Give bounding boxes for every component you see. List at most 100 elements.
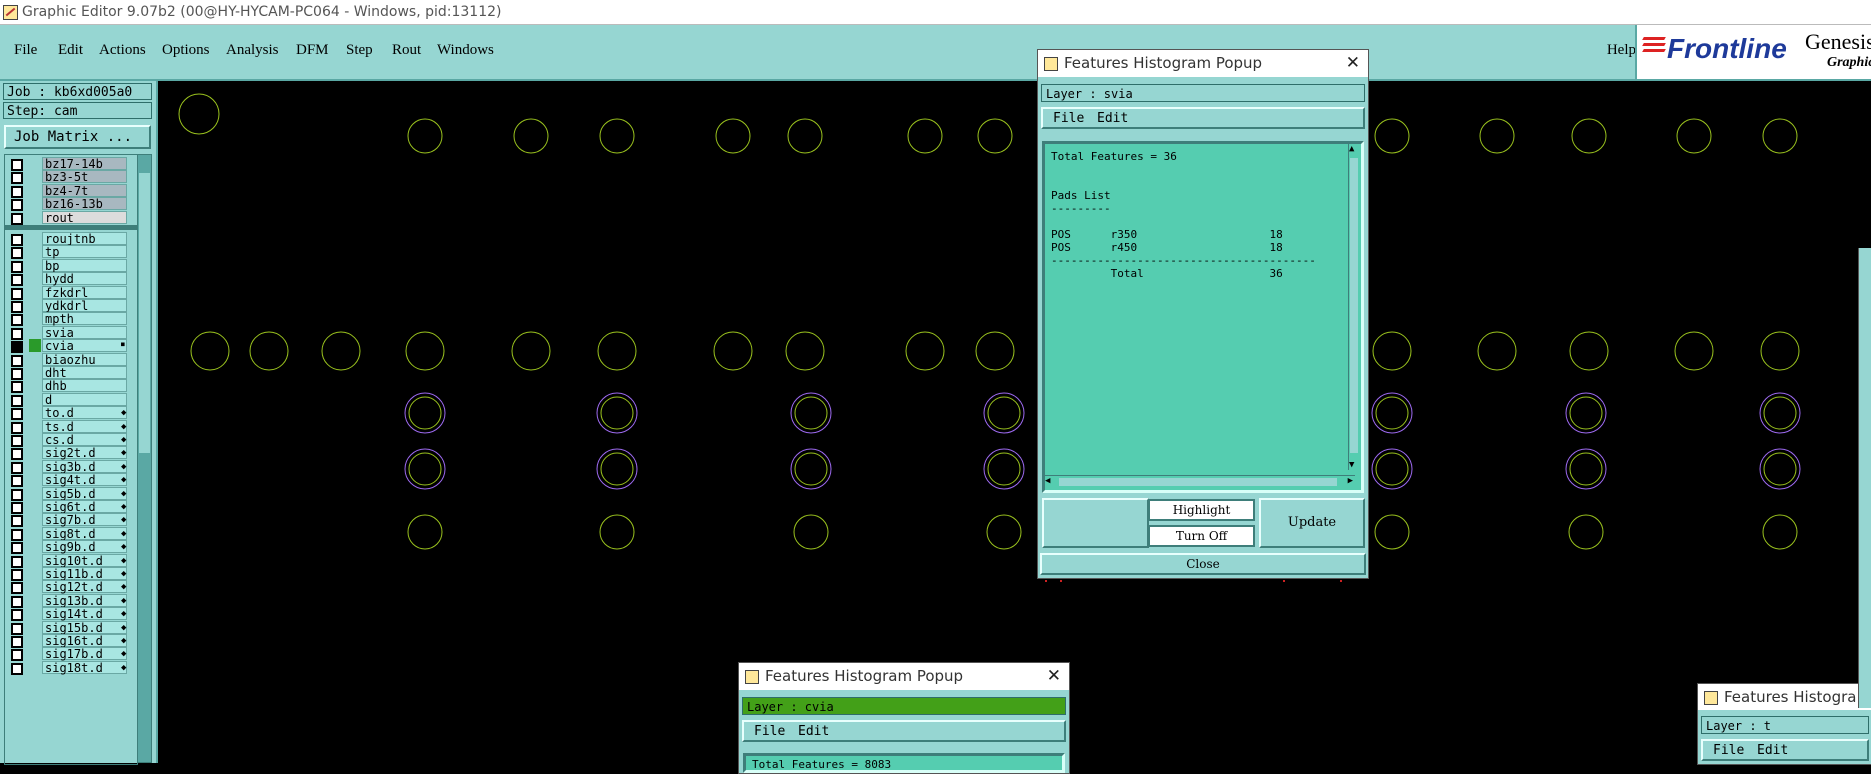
layer-name[interactable]: to.d [42, 406, 127, 420]
layer-name[interactable]: dht [42, 366, 127, 380]
pad-feature[interactable] [1477, 331, 1517, 371]
popup-menu-edit[interactable]: Edit [1097, 111, 1128, 126]
layer-name[interactable]: biaozhu [42, 352, 127, 366]
layer-row-sig5b-d[interactable]: sig5b.d ◆ [5, 486, 137, 501]
pad-feature[interactable] [178, 93, 220, 135]
layer-checkbox[interactable] [11, 301, 23, 313]
layer-row-biaozhu[interactable]: biaozhu [5, 352, 137, 367]
layer-checkbox[interactable] [11, 555, 23, 568]
layer-checkbox[interactable] [11, 287, 23, 300]
pad-feature[interactable] [905, 331, 945, 371]
layer-row-ts-d[interactable]: ts.d ◆ [5, 419, 137, 434]
via-inner-pad[interactable] [600, 452, 634, 486]
horizontal-scrollbar[interactable]: ◀ ▶ [1045, 475, 1355, 490]
layer-name[interactable]: sig10t.d [42, 553, 127, 567]
menu-rout[interactable]: Rout [392, 42, 421, 59]
layer-name[interactable]: sig6t.d [42, 500, 127, 514]
layer-checkbox[interactable] [11, 622, 23, 635]
layer-row-cvia[interactable]: cvia ■ [5, 339, 137, 354]
layer-row-sig16t-d[interactable]: sig16t.d ◆ [5, 634, 137, 648]
layer-row-ydkdrl[interactable]: ydkdrl [5, 299, 137, 313]
layer-name[interactable]: sig11b.d [42, 567, 127, 581]
layer-checkbox[interactable] [11, 421, 23, 434]
layer-row-sig2t-d[interactable]: sig2t.d ◆ [5, 446, 137, 461]
close-icon[interactable]: ✕ [1346, 50, 1360, 77]
layer-row-cs-d[interactable]: cs.d ◆ [5, 433, 137, 447]
layer-name[interactable]: bz4-7t [42, 183, 127, 197]
pad-feature[interactable] [599, 514, 635, 550]
layer-checkbox[interactable] [11, 234, 23, 246]
scrollbar-thumb[interactable] [139, 173, 150, 453]
layer-row-tp[interactable]: tp [5, 245, 137, 260]
pad-feature[interactable] [1676, 118, 1712, 154]
layer-checkbox[interactable] [11, 662, 23, 675]
layer-checkbox[interactable] [11, 515, 23, 528]
pad-feature[interactable] [321, 331, 361, 371]
layer-name[interactable]: sig3b.d [42, 459, 127, 473]
pad-feature[interactable] [1374, 514, 1410, 550]
layer-name[interactable]: bp [42, 258, 127, 272]
layer-name[interactable]: roujtnb [42, 232, 127, 246]
layer-name[interactable]: fzkdrl [42, 285, 127, 299]
pad-feature[interactable] [511, 331, 551, 371]
scrollbar-thumb[interactable] [1059, 478, 1337, 486]
pad-feature[interactable] [1569, 331, 1609, 371]
layer-name[interactable]: d [42, 392, 127, 406]
menu-step[interactable]: Step [346, 42, 373, 59]
menu-file[interactable]: File [14, 42, 37, 59]
layer-row-mpth[interactable]: mpth [5, 312, 137, 327]
layer-checkbox[interactable] [11, 341, 23, 354]
layer-row-dhb[interactable]: dhb [5, 379, 137, 394]
via-inner-pad[interactable] [408, 452, 442, 486]
pad-feature[interactable] [407, 118, 443, 154]
via-inner-pad[interactable] [794, 396, 828, 430]
layer-checkbox[interactable] [11, 185, 23, 198]
layer-name[interactable]: sig12t.d [42, 580, 127, 594]
scroll-up-icon[interactable]: ▲ [1349, 144, 1354, 154]
layer-row-svia[interactable]: svia [5, 325, 137, 340]
pad-feature[interactable] [1479, 118, 1515, 154]
via-inner-pad[interactable] [1763, 396, 1797, 430]
layer-row-bz16-13b[interactable]: bz16-13b [5, 197, 137, 212]
layer-row-bz3-5t[interactable]: bz3-5t [5, 170, 137, 185]
menu-edit[interactable]: Edit [58, 42, 83, 59]
job-matrix-button[interactable]: Job Matrix ... [4, 125, 151, 149]
layer-checkbox[interactable] [11, 582, 23, 595]
pad-feature[interactable] [599, 118, 635, 154]
layer-row-sig17b-d[interactable]: sig17b.d ◆ [5, 647, 137, 662]
via-inner-pad[interactable] [1569, 396, 1603, 430]
via-outer-ring[interactable] [1371, 392, 1413, 434]
via-outer-ring[interactable] [790, 448, 832, 490]
layer-name[interactable]: tp [42, 245, 127, 259]
popup-menu-edit[interactable]: Edit [1757, 743, 1788, 758]
pad-feature[interactable] [597, 331, 637, 371]
layer-row-to-d[interactable]: to.d ◆ [5, 406, 137, 421]
layer-checkbox[interactable] [11, 488, 23, 501]
layer-row-bz4-7t[interactable]: bz4-7t [5, 183, 137, 198]
histogram-text-area[interactable]: Total Features = 8083 [743, 753, 1065, 773]
popup-menu-file[interactable]: File [1053, 111, 1084, 126]
via-inner-pad[interactable] [987, 452, 1021, 486]
layer-row-rout[interactable]: rout [5, 210, 137, 225]
layer-checkbox[interactable] [11, 595, 23, 608]
scrollbar-thumb[interactable] [1350, 158, 1358, 453]
via-outer-ring[interactable] [404, 448, 446, 490]
layer-row-sig10t-d[interactable]: sig10t.d ◆ [5, 553, 137, 568]
layer-name[interactable]: svia [42, 325, 127, 339]
pad-feature[interactable] [1571, 118, 1607, 154]
histogram-text-area[interactable]: Total Features = 36 Pads List --------- … [1042, 141, 1364, 493]
popup-menu-file[interactable]: File [1713, 743, 1744, 758]
layer-list-scrollbar[interactable] [137, 154, 152, 763]
layer-name[interactable]: ydkdrl [42, 299, 127, 313]
layer-checkbox[interactable] [11, 435, 23, 447]
layer-row-sig13b-d[interactable]: sig13b.d ◆ [5, 593, 137, 608]
layer-checkbox[interactable] [11, 212, 23, 225]
via-outer-ring[interactable] [1565, 392, 1607, 434]
pad-feature[interactable] [405, 331, 445, 371]
pad-feature[interactable] [907, 118, 943, 154]
layer-row-sig6t-d[interactable]: sig6t.d ◆ [5, 500, 137, 514]
menu-help[interactable]: Help [1607, 42, 1636, 59]
via-inner-pad[interactable] [600, 396, 634, 430]
layer-checkbox[interactable] [11, 381, 23, 394]
via-outer-ring[interactable] [596, 392, 638, 434]
